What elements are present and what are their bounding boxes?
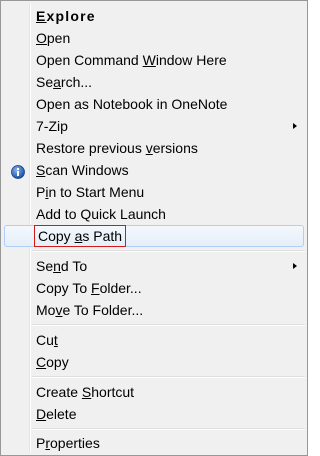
menu-item-label: Open as Notebook in OneNote: [36, 96, 228, 112]
info-shield-icon: [11, 163, 25, 179]
menu-item-label: 7-Zip: [36, 118, 68, 134]
menu-separator: [32, 324, 305, 326]
menu-item-scan-windows[interactable]: Scan Windows: [4, 159, 304, 181]
menu-item-create-shortcut[interactable]: Create Shortcut: [4, 381, 304, 403]
menu-item-label: Scan Windows: [36, 162, 129, 178]
menu-item-label: Explore: [36, 8, 96, 24]
menu-item-restore-versions[interactable]: Restore previous versions: [4, 137, 304, 159]
menu-item-label: Copy To Folder...: [36, 280, 142, 296]
menu-item-open-onenote[interactable]: Open as Notebook in OneNote: [4, 93, 304, 115]
menu-item-send-to[interactable]: Send To: [4, 255, 304, 277]
menu-item-label: Copy: [36, 354, 69, 370]
menu-item-label: Move To Folder...: [36, 302, 144, 318]
menu-item-label: Copy as Path: [34, 225, 127, 247]
menu-item-move-to-folder[interactable]: Move To Folder...: [4, 299, 304, 321]
menu-item-copy-to-folder[interactable]: Copy To Folder...: [4, 277, 304, 299]
menu-item-properties[interactable]: Properties: [4, 432, 304, 454]
context-menu: Explore Open Open Command Window Here Se…: [0, 0, 308, 456]
menu-item-7zip[interactable]: 7-Zip: [4, 115, 304, 137]
menu-item-label: Create Shortcut: [36, 384, 135, 400]
menu-item-label: Add to Quick Launch: [36, 206, 166, 222]
menu-item-label: Open: [36, 30, 71, 46]
menu-item-explore[interactable]: Explore: [4, 5, 304, 27]
menu-separator: [32, 376, 305, 378]
menu-item-open[interactable]: Open: [4, 27, 304, 49]
menu-item-label: Send To: [36, 258, 88, 274]
menu-item-label: Properties: [36, 435, 100, 451]
menu-item-label: Restore previous versions: [36, 140, 198, 156]
submenu-arrow-icon: [293, 263, 297, 269]
menu-item-label: Open Command Window Here: [36, 52, 227, 68]
menu-item-search[interactable]: Search...: [4, 71, 304, 93]
menu-item-pin-start[interactable]: Pin to Start Menu: [4, 181, 304, 203]
menu-item-label: Cut: [36, 332, 58, 348]
menu-item-cut[interactable]: Cut: [4, 329, 304, 351]
menu-item-copy-as-path[interactable]: Copy as Path: [4, 225, 304, 247]
menu-item-delete[interactable]: Delete: [4, 403, 304, 425]
menu-item-add-quick-launch[interactable]: Add to Quick Launch: [4, 203, 304, 225]
menu-item-label: Search...: [36, 74, 93, 90]
submenu-arrow-icon: [293, 123, 297, 129]
menu-item-label: Pin to Start Menu: [36, 184, 145, 200]
menu-item-open-command-window[interactable]: Open Command Window Here: [4, 49, 304, 71]
menu-item-label: Delete: [36, 406, 77, 422]
menu-separator: [32, 250, 305, 252]
menu-item-copy[interactable]: Copy: [4, 351, 304, 373]
menu-separator: [32, 428, 305, 430]
